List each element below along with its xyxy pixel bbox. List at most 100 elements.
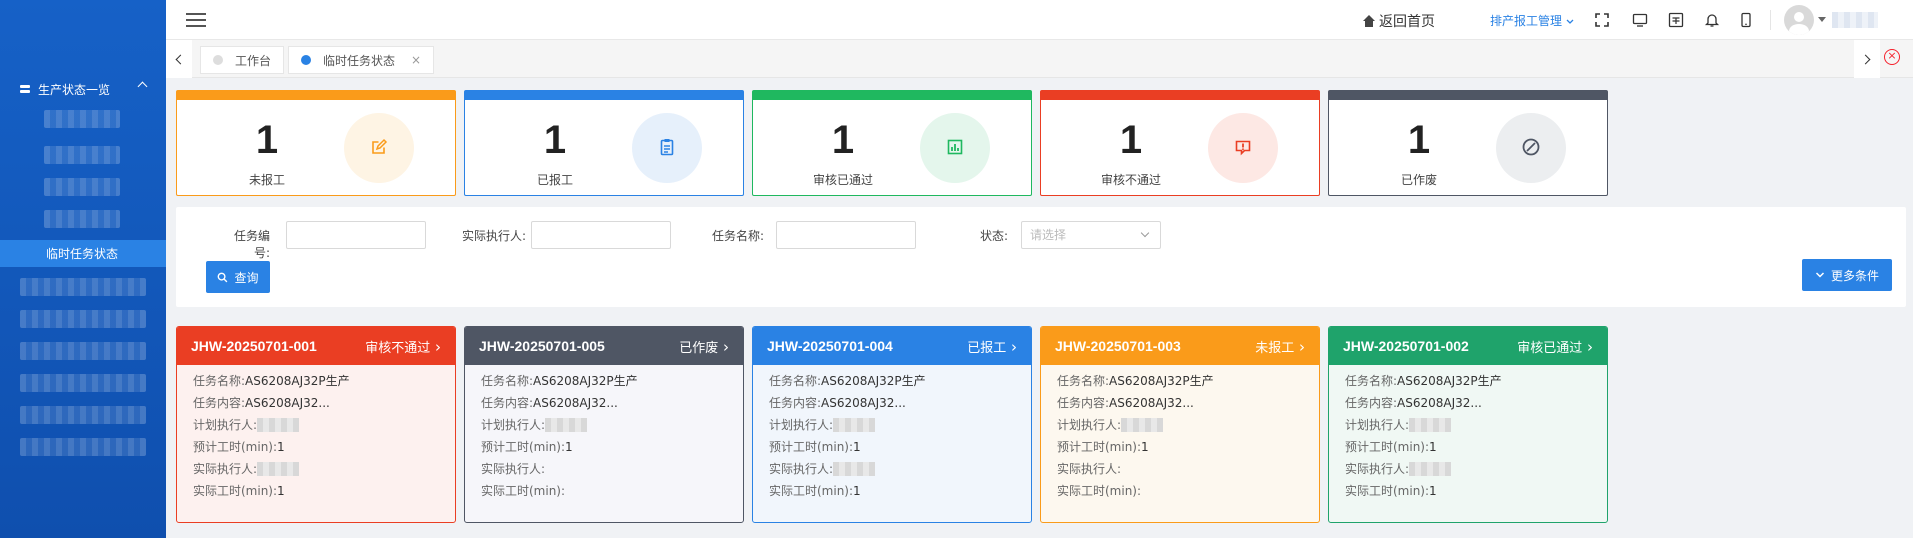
tab-workbench[interactable]: 工作台 <box>200 46 285 74</box>
layers-icon <box>20 84 30 94</box>
sidebar-item-redacted[interactable] <box>44 178 120 196</box>
sidebar: 生产状态一览 临时任务状态 <box>0 0 166 538</box>
tabs-bar: 工作台 临时任务状态 × × <box>166 40 1913 78</box>
task-field-row: 计划执行人: <box>753 414 1031 436</box>
sidebar-item-redacted[interactable] <box>20 374 146 392</box>
stat-label: 未报工 <box>248 173 285 187</box>
fullscreen-icon[interactable] <box>1594 12 1610 28</box>
task-field-row: 实际执行人: <box>1041 458 1319 480</box>
task-field-label: 预计工时(min): <box>769 440 854 454</box>
layout-icon[interactable] <box>1668 12 1684 28</box>
query-button[interactable]: 查询 <box>206 261 270 293</box>
task-field-label: 实际工时(min): <box>769 484 854 498</box>
sidebar-item-redacted[interactable] <box>44 210 120 228</box>
task-card[interactable]: JHW-20250701-004 已报工任务名称:AS6208AJ32P生产任务内… <box>752 326 1032 523</box>
task-card[interactable]: JHW-20250701-001 审核不通过任务名称:AS6208AJ32P生产任… <box>176 326 456 523</box>
task-field-label: 实际工时(min): <box>193 484 278 498</box>
tab-temp-task-status[interactable]: 临时任务状态 × <box>288 46 435 74</box>
task-field-value: 1 <box>277 484 285 498</box>
task-no-label: 任务编号: <box>233 229 270 260</box>
task-field-row: 实际工时(min): 1 <box>753 480 1031 502</box>
task-card-body: 任务名称: AS6208AJ32P生产任务内容: AS6208AJ32... 计划执行… <box>753 365 1031 502</box>
task-field-value: AS6208AJ32... <box>245 396 330 410</box>
close-all-tabs-icon[interactable]: × <box>1884 49 1900 65</box>
task-card[interactable]: JHW-20250701-005 已作废任务名称:AS6208AJ32P生产任务内… <box>464 326 744 523</box>
sidebar-item-redacted[interactable] <box>20 342 146 360</box>
task-field-row: 任务名称: AS6208AJ32P生产 <box>177 370 455 392</box>
stat-card[interactable]: 1 审核不通过 <box>1040 90 1320 196</box>
task-no-input[interactable] <box>286 221 426 249</box>
task-id: JHW-20250701-004 <box>767 338 893 354</box>
task-field-label: 实际执行人: <box>1057 462 1122 476</box>
task-card-body: 任务名称: AS6208AJ32P生产 任务内容: AS6208AJ32... 计划执行… <box>1329 365 1607 502</box>
user-avatar[interactable] <box>1784 5 1814 35</box>
bell-icon[interactable] <box>1704 12 1720 28</box>
sidebar-item-redacted[interactable] <box>20 438 146 456</box>
sidebar-item-redacted[interactable] <box>20 406 146 424</box>
task-field-row: 任务名称: AS6208AJ32P生产 <box>465 370 743 392</box>
task-field-row: 计划执行人: <box>1329 414 1607 436</box>
redacted-value <box>1121 418 1164 432</box>
task-field-row: 实际执行人: <box>1329 458 1607 480</box>
status-select[interactable]: 请选择 <box>1021 221 1161 249</box>
tab-status-dot <box>301 55 311 65</box>
username-redacted[interactable] <box>1832 12 1878 28</box>
monitor-icon[interactable] <box>1632 12 1648 28</box>
module-menu-dropdown[interactable]: 排产报工管理 <box>1490 12 1574 29</box>
task-field-row: 计划执行人: <box>465 414 743 436</box>
status-select-placeholder: 请选择 <box>1030 228 1067 242</box>
tab-close-icon[interactable]: × <box>411 53 421 67</box>
task-card[interactable]: JHW-20250701-003 未报工任务名称:AS6208AJ32P生产任务内… <box>1040 326 1320 523</box>
caret-down-icon[interactable] <box>1818 17 1826 22</box>
task-field-value: AS6208AJ32P生产 <box>533 374 638 388</box>
mobile-icon[interactable] <box>1738 12 1754 28</box>
task-status-link[interactable]: 审核不通过 <box>365 337 441 356</box>
sidebar-item-redacted[interactable] <box>20 310 146 328</box>
task-card-header: JHW-20250701-001 审核不通过 <box>177 327 455 365</box>
task-field-label: 任务名称: <box>769 374 822 388</box>
home-link[interactable]: 返回首页 <box>1362 11 1435 31</box>
task-field-label: 计划执行人: <box>1345 418 1410 432</box>
task-field-row: 预计工时(min): 1 <box>177 436 455 458</box>
tab-status-dot <box>213 55 223 65</box>
task-card-header: JHW-20250701-003 未报工 <box>1041 327 1319 365</box>
task-status-link[interactable]: 已作废 <box>679 337 729 356</box>
task-field-row: 任务内容: AS6208AJ32... <box>1329 392 1607 414</box>
task-field-value: 1 <box>565 440 573 454</box>
task-field-value: AS6208AJ32... <box>821 396 906 410</box>
stat-card[interactable]: 1 已作废 <box>1328 90 1608 196</box>
task-field-label: 任务内容: <box>1057 396 1110 410</box>
task-field-label: 预计工时(min): <box>1057 440 1142 454</box>
sidebar-item-redacted[interactable] <box>44 146 120 164</box>
sidebar-item-temp-task-status[interactable]: 临时任务状态 <box>0 240 166 267</box>
tabs-scroll-right-icon[interactable] <box>1854 40 1880 78</box>
stat-card[interactable]: 1 已报工 <box>464 90 744 196</box>
task-status-link[interactable]: 已报工 <box>967 337 1017 356</box>
task-field-row: 任务名称: AS6208AJ32P生产 <box>753 370 1031 392</box>
task-field-value: AS6208AJ32... <box>1397 396 1482 410</box>
task-name-input[interactable] <box>776 221 916 249</box>
task-id: JHW-20250701-002 <box>1343 338 1469 354</box>
task-card[interactable]: JHW-20250701-002 审核已通过任务名称:AS6208AJ32P生产任… <box>1328 326 1608 523</box>
stat-card[interactable]: 1 未报工 <box>176 90 456 196</box>
sidebar-item-redacted[interactable] <box>44 110 120 128</box>
executor-input[interactable] <box>531 221 671 249</box>
redacted-value <box>1409 462 1452 476</box>
hamburger-menu-icon[interactable] <box>186 13 206 27</box>
sidebar-group-production-status[interactable]: 生产状态一览 <box>0 78 166 100</box>
task-status-link[interactable]: 未报工 <box>1255 337 1305 356</box>
task-field-value: 1 <box>853 484 861 498</box>
redacted-value <box>545 418 588 432</box>
sidebar-item-redacted[interactable] <box>20 278 146 296</box>
task-field-label: 任务内容: <box>769 396 822 410</box>
divider <box>1770 10 1771 30</box>
stat-card[interactable]: 1 审核已通过 <box>752 90 1032 196</box>
task-field-label: 实际执行人: <box>481 462 546 476</box>
task-field-value: AS6208AJ32P生产 <box>245 374 350 388</box>
task-field-label: 计划执行人: <box>1057 418 1122 432</box>
tabs-scroll-left-icon[interactable] <box>166 40 192 78</box>
task-field-label: 计划执行人: <box>481 418 546 432</box>
task-field-label: 任务名称: <box>481 374 534 388</box>
task-status-link[interactable]: 审核已通过 <box>1517 337 1593 356</box>
more-conditions-button[interactable]: 更多条件 <box>1802 259 1892 291</box>
